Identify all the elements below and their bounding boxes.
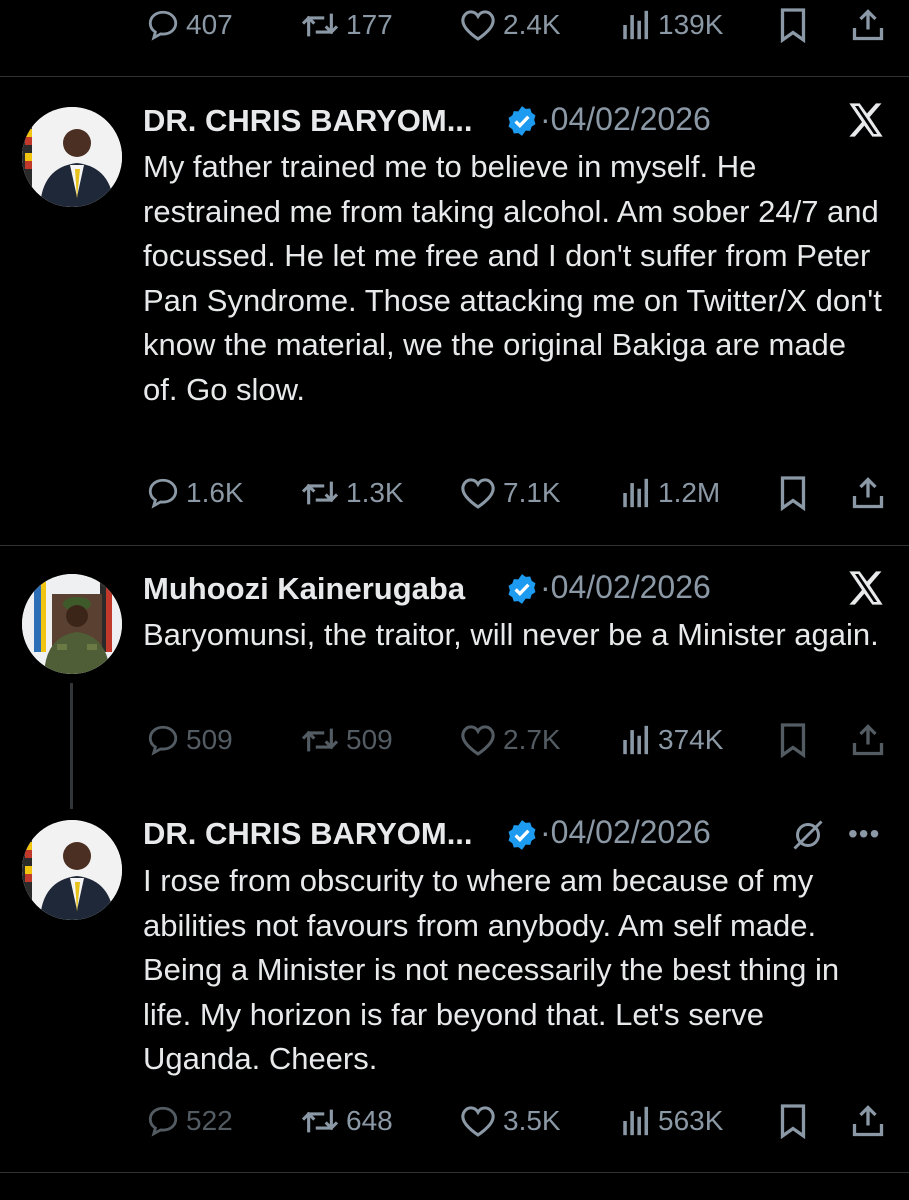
- like-icon: [461, 725, 495, 756]
- views-count: 139K: [658, 9, 724, 40]
- repost-button[interactable]: 1.3K: [300, 468, 404, 518]
- reply-count: 407: [186, 9, 233, 40]
- share-button[interactable]: [850, 0, 886, 50]
- views-count: 1.2M: [658, 477, 721, 508]
- repost-icon: [301, 481, 339, 505]
- action-bar: 407 177 2.4K 139K: [0, 0, 909, 50]
- tweet-text: My father trained me to believe in mysel…: [143, 149, 882, 407]
- like-count: 3.5K: [503, 1105, 561, 1136]
- repost-button[interactable]: 177: [300, 0, 393, 50]
- divider: [0, 1172, 909, 1173]
- reply-count: 1.6K: [186, 477, 244, 508]
- views-count: 374K: [658, 724, 724, 755]
- views-button[interactable]: 374K: [620, 715, 723, 765]
- share-icon: [852, 1105, 884, 1137]
- divider: [0, 76, 909, 77]
- share-button[interactable]: [850, 1096, 886, 1146]
- views-icon: [623, 10, 649, 40]
- views-icon: [623, 478, 649, 508]
- views-button[interactable]: 1.2M: [620, 468, 720, 518]
- repost-icon: [301, 13, 339, 37]
- author-name[interactable]: DR. CHRIS BARYOM...: [143, 816, 473, 852]
- tweet-text: Baryomunsi, the traitor, will never be a…: [143, 617, 879, 652]
- bookmark-icon: [780, 723, 806, 758]
- author-name[interactable]: Muhoozi Kainerugaba: [143, 571, 465, 607]
- like-icon: [461, 1106, 495, 1137]
- bookmark-icon: [780, 8, 806, 43]
- tweet-date[interactable]: ·04/02/2026: [540, 101, 711, 138]
- share-button[interactable]: [850, 468, 886, 518]
- repost-icon: [301, 1109, 339, 1133]
- like-count: 2.7K: [503, 724, 561, 755]
- tweet-date[interactable]: ·04/02/2026: [540, 569, 711, 606]
- repost-count: 509: [346, 724, 393, 755]
- repost-button[interactable]: 648: [300, 1096, 393, 1146]
- action-bar: 1.6K 1.3K 7.1K 1.2M: [0, 468, 909, 518]
- action-bar: 522 648 3.5K 563K: [0, 1096, 909, 1146]
- avatar[interactable]: [22, 574, 122, 674]
- views-icon: [623, 725, 649, 755]
- share-icon: [852, 9, 884, 41]
- bookmark-button[interactable]: [776, 468, 810, 518]
- tweet-text: I rose from obscurity to where am becaus…: [143, 863, 840, 1077]
- like-count: 2.4K: [503, 9, 561, 40]
- reply-button[interactable]: 509: [146, 715, 233, 765]
- verified-badge-icon: [508, 106, 536, 136]
- repost-count: 648: [346, 1105, 393, 1136]
- more-icon[interactable]: •••: [848, 818, 880, 850]
- avatar[interactable]: [22, 107, 122, 207]
- like-button[interactable]: 7.1K: [459, 468, 561, 518]
- share-icon: [852, 724, 884, 756]
- repost-icon: [301, 728, 339, 752]
- bookmark-icon: [780, 476, 806, 511]
- divider: [0, 545, 909, 546]
- verified-badge-icon: [508, 820, 536, 850]
- reply-button[interactable]: 407: [146, 0, 233, 50]
- grok-icon[interactable]: [790, 817, 826, 853]
- like-button[interactable]: 2.7K: [459, 715, 561, 765]
- like-count: 7.1K: [503, 477, 561, 508]
- repost-count: 1.3K: [346, 477, 404, 508]
- like-icon: [461, 478, 495, 509]
- like-button[interactable]: 3.5K: [459, 1096, 561, 1146]
- reply-button[interactable]: 1.6K: [146, 468, 244, 518]
- reply-count: 509: [186, 724, 233, 755]
- bookmark-icon: [780, 1104, 806, 1139]
- like-button[interactable]: 2.4K: [459, 0, 561, 50]
- repost-count: 177: [346, 9, 393, 40]
- share-icon: [852, 477, 884, 509]
- share-button[interactable]: [850, 715, 886, 765]
- tweet-date[interactable]: ·04/02/2026: [540, 814, 711, 851]
- views-button[interactable]: 139K: [620, 0, 723, 50]
- author-name[interactable]: DR. CHRIS BARYOM...: [143, 103, 473, 139]
- bookmark-button[interactable]: [776, 1096, 810, 1146]
- verified-badge-icon: [508, 574, 536, 604]
- reply-count: 522: [186, 1105, 233, 1136]
- x-logo-icon: [849, 571, 883, 605]
- reply-icon: [148, 478, 178, 509]
- x-logo-icon: [849, 103, 883, 137]
- bookmark-button[interactable]: [776, 715, 810, 765]
- views-icon: [623, 1106, 649, 1136]
- views-count: 563K: [658, 1105, 724, 1136]
- reply-icon: [148, 725, 178, 756]
- views-button[interactable]: 563K: [620, 1096, 723, 1146]
- reply-button[interactable]: 522: [146, 1096, 233, 1146]
- action-bar: 509 509 2.7K 374K: [0, 715, 909, 765]
- repost-button[interactable]: 509: [300, 715, 393, 765]
- reply-icon: [148, 10, 178, 41]
- bookmark-button[interactable]: [776, 0, 810, 50]
- avatar[interactable]: [22, 820, 122, 920]
- reply-icon: [148, 1106, 178, 1137]
- like-icon: [461, 10, 495, 41]
